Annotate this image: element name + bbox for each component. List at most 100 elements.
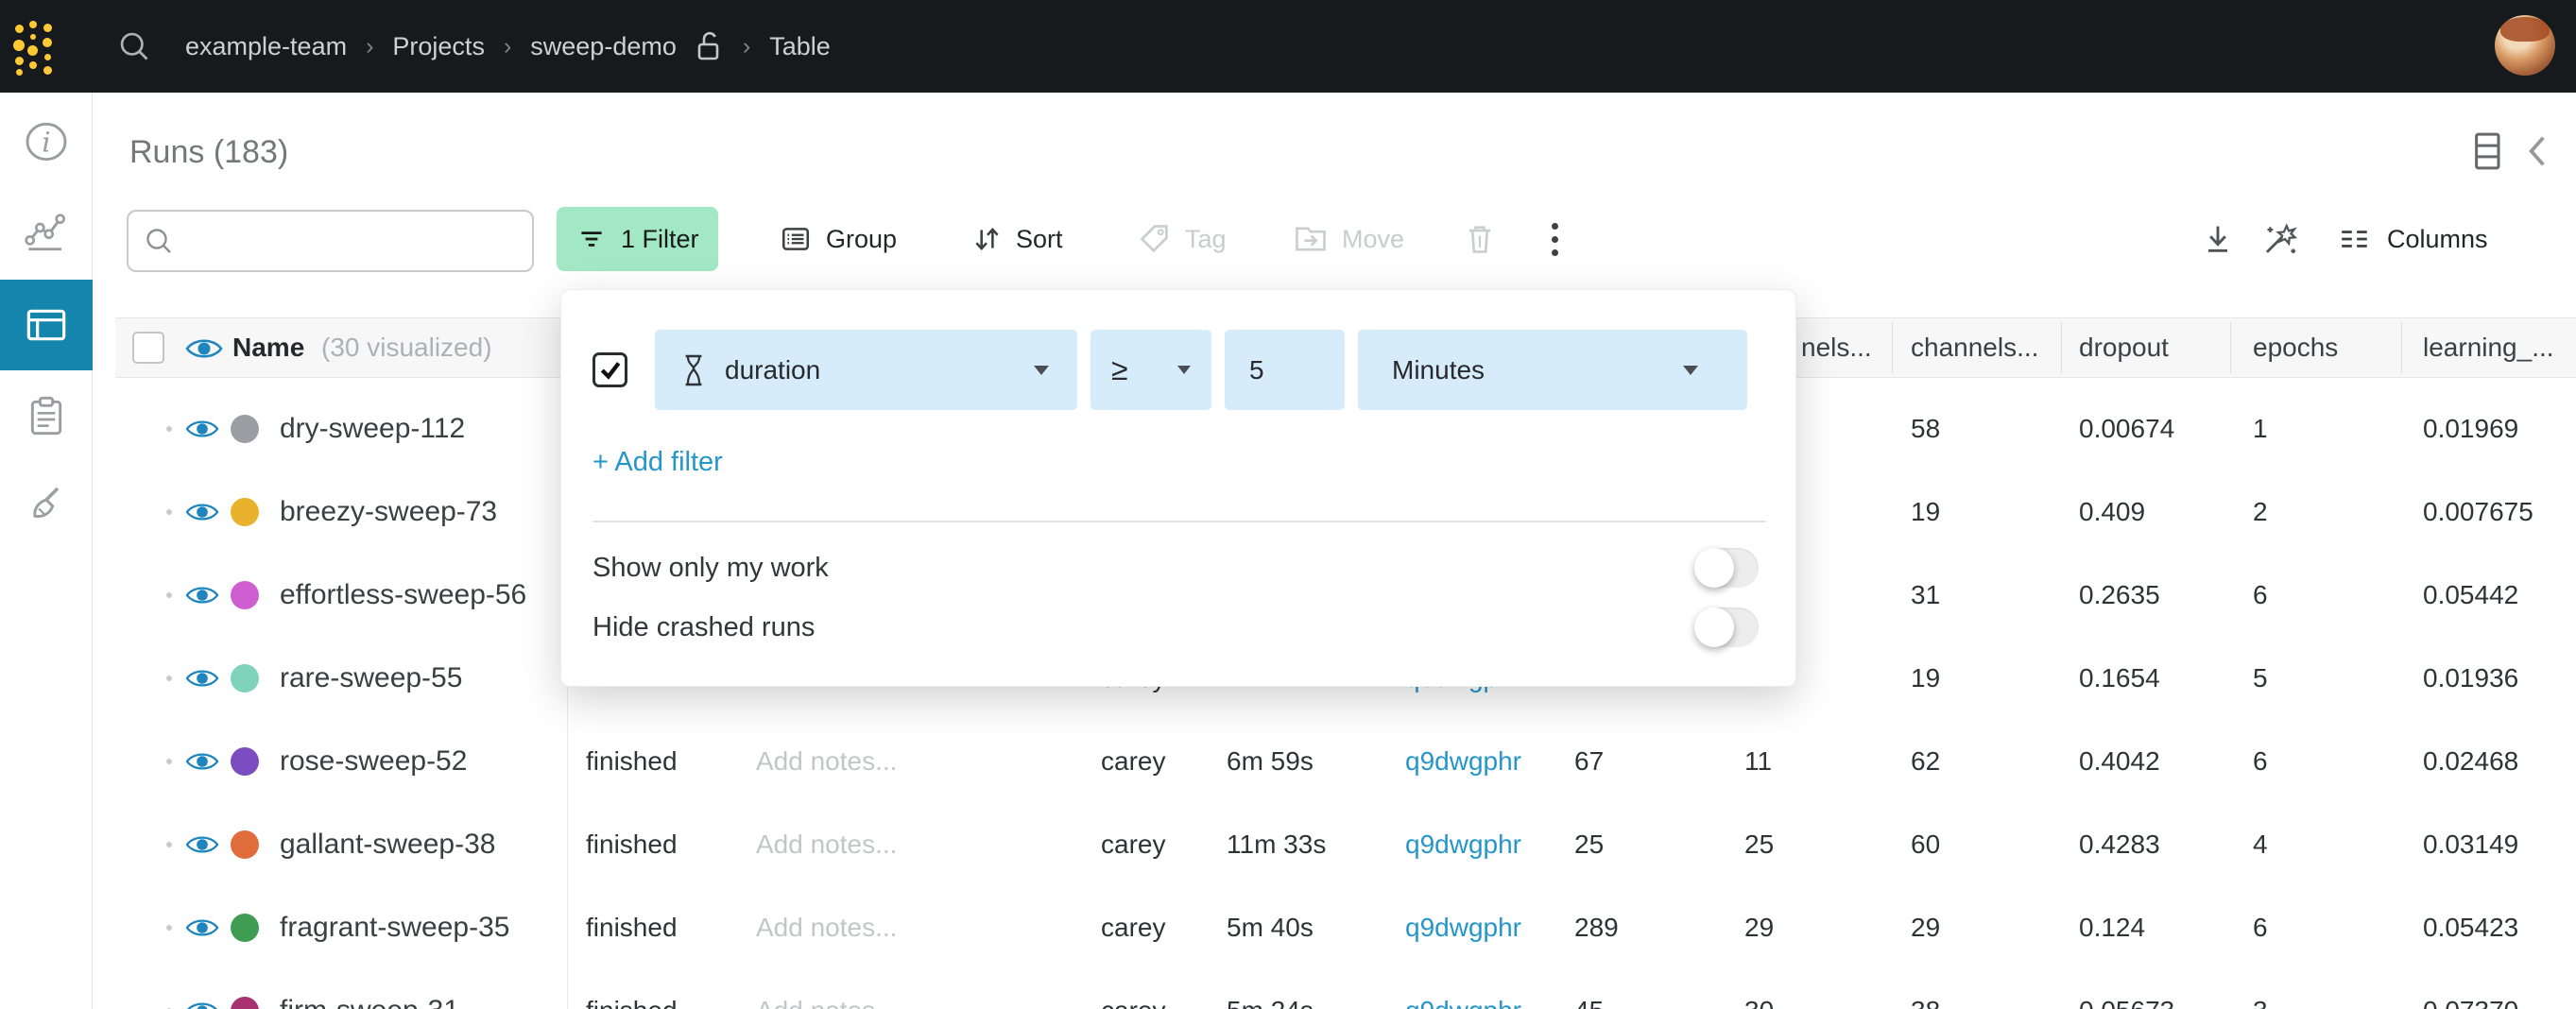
search-icon[interactable] <box>117 29 151 63</box>
run-sweep-link[interactable]: q9dwgphr <box>1405 996 1521 1009</box>
run-value: 0.2635 <box>2079 580 2160 610</box>
run-value: 289 <box>1574 913 1619 943</box>
sort-button-label: Sort <box>1016 225 1063 254</box>
wandb-logo-icon[interactable] <box>13 19 55 74</box>
run-value: 0.00674 <box>2079 414 2174 444</box>
drag-handle[interactable] <box>166 592 172 598</box>
run-sweep-link[interactable]: q9dwgphr <box>1405 913 1521 943</box>
filter-unit-dropdown[interactable]: Minutes <box>1358 330 1747 410</box>
visibility-eye-icon[interactable] <box>185 750 219 774</box>
sweep-controls-button[interactable] <box>2241 207 2321 271</box>
visibility-eye-icon[interactable] <box>185 335 223 362</box>
run-name[interactable]: dry-sweep-112 <box>280 413 465 445</box>
chart-icon <box>24 209 69 254</box>
run-name[interactable]: rose-sweep-52 <box>280 745 467 778</box>
run-value: 58 <box>1911 414 1940 444</box>
run-name[interactable]: breezy-sweep-73 <box>280 496 497 528</box>
search-input[interactable] <box>183 227 505 256</box>
run-notes[interactable]: Add notes... <box>756 996 897 1009</box>
move-folder-icon <box>1293 222 1329 256</box>
run-name[interactable]: effortless-sweep-56 <box>280 579 526 611</box>
run-name[interactable]: rare-sweep-55 <box>280 662 462 694</box>
run-value: 0.409 <box>2079 497 2145 527</box>
column-header-dropout[interactable]: dropout <box>2079 333 2169 363</box>
drag-handle[interactable] <box>166 676 172 681</box>
run-color-dot[interactable] <box>231 914 259 942</box>
collapse-chevron-icon[interactable] <box>2525 133 2550 169</box>
visibility-eye-icon[interactable] <box>185 833 219 857</box>
hide-crashed-runs-toggle[interactable] <box>1696 607 1759 647</box>
run-color-dot[interactable] <box>231 581 259 609</box>
drag-handle[interactable] <box>166 759 172 764</box>
drag-handle[interactable] <box>166 426 172 432</box>
run-notes[interactable]: Add notes... <box>756 829 897 860</box>
breadcrumb-projects[interactable]: Projects <box>392 32 485 61</box>
sidebar-item-charts[interactable] <box>0 196 93 267</box>
visibility-eye-icon[interactable] <box>185 667 219 691</box>
run-color-dot[interactable] <box>231 830 259 859</box>
visibility-eye-icon[interactable] <box>185 501 219 524</box>
run-color-dot[interactable] <box>231 664 259 693</box>
run-color-dot[interactable] <box>231 498 259 526</box>
top-nav-bar: example-team › Projects › sweep-demo › T… <box>0 0 2576 93</box>
filter-enabled-checkbox[interactable] <box>592 352 627 387</box>
user-avatar[interactable] <box>2495 15 2555 76</box>
columns-button[interactable]: Columns <box>2317 207 2507 271</box>
move-button: Move <box>1274 207 1423 271</box>
filter-operator-dropdown[interactable]: ≥ <box>1091 330 1211 410</box>
svg-text:i: i <box>42 127 50 159</box>
breadcrumb-team[interactable]: example-team <box>185 32 347 61</box>
breadcrumb-separator: › <box>504 33 511 60</box>
breadcrumb-table[interactable]: Table <box>769 32 831 61</box>
breadcrumb-project[interactable]: sweep-demo <box>530 32 677 61</box>
table-layout-icon[interactable] <box>2472 130 2504 172</box>
column-header-name[interactable]: Name <box>232 333 304 363</box>
hide-crashed-runs-label: Hide crashed runs <box>592 612 815 643</box>
drag-handle[interactable] <box>166 509 172 515</box>
run-notes[interactable]: Add notes... <box>756 746 897 777</box>
drag-handle[interactable] <box>166 842 172 847</box>
run-color-dot[interactable] <box>231 997 259 1009</box>
add-filter-link[interactable]: + Add filter <box>592 447 723 478</box>
run-value: 0.1654 <box>2079 663 2160 693</box>
runs-search-box <box>127 210 534 272</box>
visibility-eye-icon[interactable] <box>185 916 219 940</box>
search-icon <box>144 226 174 256</box>
filter-value: 5 <box>1249 355 1264 385</box>
panel-divider <box>592 521 1766 522</box>
run-name[interactable]: fragrant-sweep-35 <box>280 912 509 944</box>
filter-value-input[interactable]: 5 <box>1225 330 1345 410</box>
run-user: carey <box>1101 913 1165 943</box>
select-all-checkbox[interactable] <box>132 332 164 364</box>
run-color-dot[interactable] <box>231 415 259 443</box>
run-value: 11 <box>1744 746 1772 777</box>
sidebar-item-overview[interactable]: i <box>0 106 93 178</box>
run-user: carey <box>1101 996 1165 1009</box>
column-header-channels[interactable]: channels... <box>1911 333 2038 363</box>
column-header-epochs[interactable]: epochs <box>2253 333 2338 363</box>
run-notes[interactable]: Add notes... <box>756 913 897 943</box>
run-value: 0.4283 <box>2079 829 2160 860</box>
run-sweep-link[interactable]: q9dwgphr <box>1405 746 1521 777</box>
run-sweep-link[interactable]: q9dwgphr <box>1405 829 1521 860</box>
visibility-eye-icon[interactable] <box>185 1000 219 1009</box>
run-color-dot[interactable] <box>231 747 259 776</box>
visibility-eye-icon[interactable] <box>185 584 219 607</box>
show-only-my-work-toggle[interactable] <box>1696 548 1759 588</box>
drag-handle[interactable] <box>166 925 172 931</box>
chevron-down-icon <box>1034 366 1049 375</box>
filter-field-value: duration <box>725 355 820 385</box>
sort-button[interactable]: Sort <box>952 207 1082 271</box>
column-header-channels-truncated[interactable]: nels... <box>1801 333 1872 363</box>
filter-button[interactable]: 1 Filter <box>557 207 718 271</box>
filter-button-label: 1 Filter <box>621 225 699 254</box>
run-name[interactable]: gallant-sweep-38 <box>280 829 495 861</box>
run-name[interactable]: firm-sweep-31 <box>280 995 459 1009</box>
visibility-eye-icon[interactable] <box>185 418 219 441</box>
group-button[interactable]: Group <box>760 207 916 271</box>
filter-field-dropdown[interactable]: duration <box>655 330 1077 410</box>
sidebar-item-table[interactable] <box>0 280 93 370</box>
column-header-learning-rate[interactable]: learning_... <box>2423 333 2554 363</box>
chevron-down-icon <box>1177 366 1191 374</box>
more-actions-button[interactable] <box>1533 207 1577 271</box>
